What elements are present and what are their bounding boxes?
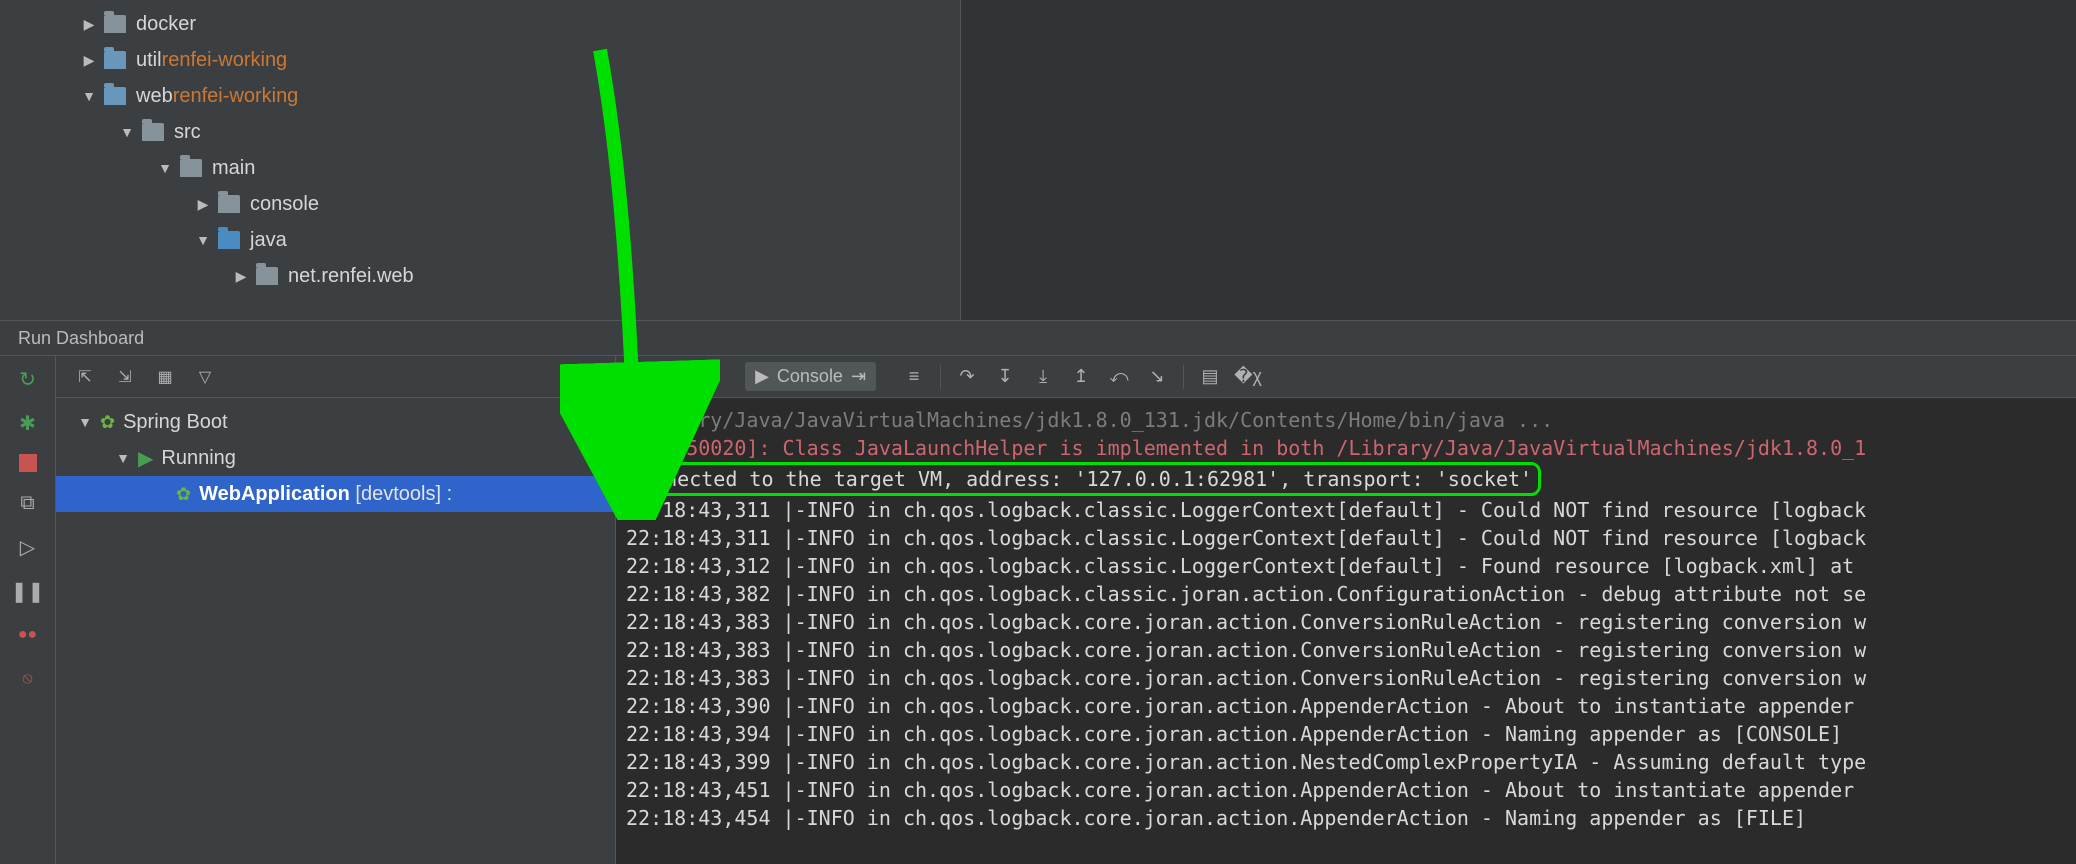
settings-icon[interactable]: �χ [1236,365,1260,389]
chevron-down-icon [76,414,94,430]
resume-icon[interactable]: ▷ [15,534,41,560]
console-output[interactable]: /Library/Java/JavaVirtualMachines/jdk1.8… [616,398,2076,864]
pin-icon: ⇥ [851,366,866,387]
tree-row[interactable]: util renfei-working [0,42,960,78]
grid-icon[interactable]: ▦ [154,366,176,388]
tree-label: src [174,121,201,144]
tab-console-label: Console [777,366,843,387]
project-tree[interactable]: dockerutil renfei-workingweb renfei-work… [0,0,960,320]
run-tree: ⇱ ⇲ ▦ ▽ ✿ Spring Boot ▶ Running ✿ WebApp… [56,356,616,864]
console-line: 22:18:43,454 |-INFO in ch.qos.logback.co… [626,804,2076,832]
run-root[interactable]: ✿ Spring Boot [56,404,615,440]
console-line: 22:18:43,311 |-INFO in ch.qos.logback.cl… [626,524,2076,552]
pause-icon[interactable]: ❚❚ [15,578,41,604]
run-app-selected[interactable]: ✿ WebApplication [devtools] : [56,476,615,512]
editor-area [960,0,2076,320]
console-line: 22:18:43,383 |-INFO in ch.qos.logback.co… [626,664,2076,692]
folder-icon [256,267,278,285]
console-line: 22:18:43,312 |-INFO in ch.qos.logback.cl… [626,552,2076,580]
expand-all-icon[interactable]: ⇱ [74,366,96,388]
run-state[interactable]: ▶ Running [56,440,615,476]
console-line: 22:18:43,451 |-INFO in ch.qos.logback.co… [626,776,2076,804]
spring-icon: ✿ [176,484,191,505]
chevron-down-icon[interactable] [156,160,174,176]
play-icon: ▶ [138,446,153,471]
breakpoints-icon[interactable]: ●● [15,622,41,648]
console-line: 22:18:43,311 |-INFO in ch.qos.logback.cl… [626,496,2076,524]
console-line: objc[50020]: Class JavaLaunchHelper is i… [626,434,2076,462]
tree-row[interactable]: console [0,186,960,222]
run-to-cursor-icon[interactable]: ↘ [1145,365,1169,389]
tree-row[interactable]: main [0,150,960,186]
run-toolbar: ⇱ ⇲ ▦ ▽ [56,356,615,398]
evaluate-icon[interactable]: ▤ [1198,365,1222,389]
run-root-label: Spring Boot [123,411,228,434]
console-line: 22:18:43,390 |-INFO in ch.qos.logback.co… [626,692,2076,720]
step-into-icon[interactable]: ↧ [993,365,1017,389]
chevron-down-icon[interactable] [118,124,136,140]
tree-label: java [250,229,287,252]
console-line: /Library/Java/JavaVirtualMachines/jdk1.8… [626,406,2076,434]
folder-icon [104,87,126,105]
console-line: 22:18:43,399 |-INFO in ch.qos.logback.co… [626,748,2076,776]
mute-breakpoints-icon[interactable]: ⦸ [15,666,41,692]
rerun-icon[interactable]: ↻ [15,366,41,392]
chevron-down-icon[interactable] [194,232,212,248]
run-app-suffix: [devtools] : [355,483,452,506]
tab-console[interactable]: ▶ Console ⇥ [745,362,876,391]
step-out-icon[interactable]: ↥ [1069,365,1093,389]
layout-icon[interactable]: ⧉ [15,490,41,516]
drop-frame-icon[interactable]: ⤺ [1107,365,1131,389]
soft-wrap-icon[interactable]: ≡ [902,365,926,389]
tree-label: console [250,193,319,216]
branch-label: renfei-working [162,49,288,72]
folder-icon [104,15,126,33]
tree-label: docker [136,13,196,36]
tab-debugger-label: Debugger [640,366,719,387]
chevron-right-icon[interactable] [232,268,250,285]
highlighted-line: Connected to the target VM, address: '12… [620,462,1541,496]
folder-icon [218,231,240,249]
tree-label: web [136,85,173,108]
tree-label: net.renfei.web [288,265,414,288]
stop-icon[interactable] [19,454,37,472]
panel-title: Run Dashboard [0,320,2076,356]
tree-row[interactable]: java [0,222,960,258]
chevron-right-icon[interactable] [80,52,98,69]
tree-label: util [136,49,162,72]
filter-icon[interactable]: ▽ [194,366,216,388]
branch-label: renfei-working [173,85,299,108]
spring-icon: ✿ [100,412,115,433]
console-line: 22:18:43,394 |-INFO in ch.qos.logback.co… [626,720,2076,748]
chevron-down-icon [114,450,132,466]
chevron-right-icon[interactable] [80,16,98,33]
console-line: Connected to the target VM, address: '12… [626,462,2076,496]
folder-icon [180,159,202,177]
tree-label: main [212,157,255,180]
tree-row[interactable]: src [0,114,960,150]
step-over-icon[interactable]: ↷ [955,365,979,389]
force-step-icon[interactable]: ⤓ [1031,365,1055,389]
tree-row[interactable]: docker [0,6,960,42]
run-app-label: WebApplication [199,483,350,506]
console-tabs: Debugger ▶ Console ⇥ ≡ ↷ ↧ ⤓ ↥ ⤺ ↘ ▤ �χ [616,356,2076,398]
debug-icon[interactable]: ✱ [15,410,41,436]
console-area: Debugger ▶ Console ⇥ ≡ ↷ ↧ ⤓ ↥ ⤺ ↘ ▤ �χ … [616,356,2076,864]
folder-icon [218,195,240,213]
run-state-label: Running [161,447,236,470]
chevron-right-icon[interactable] [194,196,212,213]
console-line: 22:18:43,383 |-INFO in ch.qos.logback.co… [626,636,2076,664]
console-line: 22:18:43,382 |-INFO in ch.qos.logback.cl… [626,580,2076,608]
run-gutter: ↻ ✱ ⧉ ▷ ❚❚ ●● ⦸ [0,356,56,864]
tab-debugger[interactable]: Debugger [630,362,729,391]
chevron-down-icon[interactable] [80,88,98,104]
tree-row[interactable]: web renfei-working [0,78,960,114]
folder-icon [142,123,164,141]
folder-icon [104,51,126,69]
tree-row[interactable]: net.renfei.web [0,258,960,294]
console-play-icon: ▶ [755,366,769,387]
console-line: 22:18:43,383 |-INFO in ch.qos.logback.co… [626,608,2076,636]
collapse-all-icon[interactable]: ⇲ [114,366,136,388]
